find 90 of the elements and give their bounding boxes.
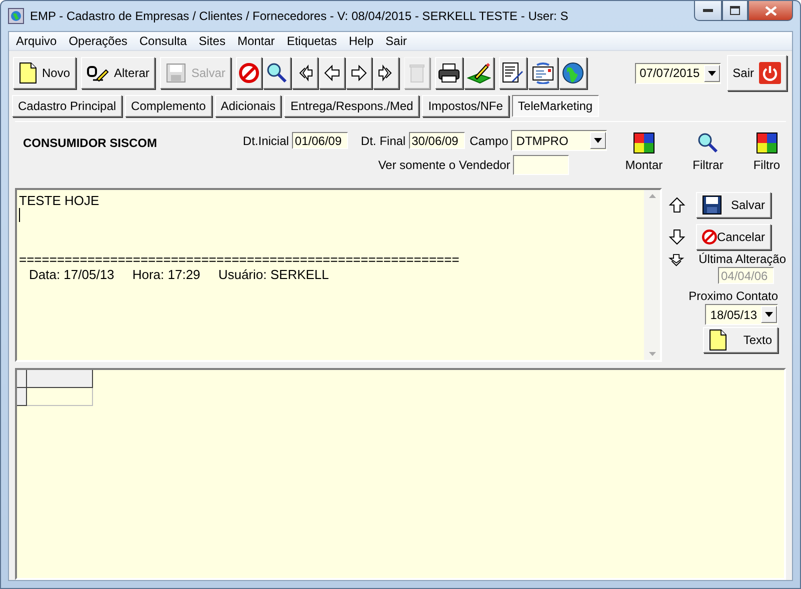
end-date-label: Dt. Final: [360, 134, 406, 148]
scroll-up-icon: [648, 194, 656, 198]
toolbar-icon-button[interactable]: [559, 57, 588, 89]
grid-header-cell: [27, 370, 93, 388]
maximize-icon: [730, 6, 740, 15]
minimize-button[interactable]: [694, 1, 722, 21]
scroll-down-icon: [648, 352, 656, 356]
writing-document-icon: [502, 62, 524, 84]
trash-can-icon: [409, 63, 426, 83]
menu-item[interactable]: Consulta: [139, 34, 187, 48]
action-button[interactable]: Filtrar: [686, 130, 730, 188]
minimize-icon: [703, 8, 713, 12]
text-cursor: [19, 208, 20, 222]
window-title: EMP - Cadastro de Empresas / Clientes / Fornecedores - V: 08/04/2015 - SERKELL TESTE - User: S: [30, 9, 570, 23]
field-label: Campo: [470, 134, 508, 148]
menu-item[interactable]: Sites: [198, 34, 226, 48]
text-button[interactable]: Texto: [703, 327, 778, 353]
last-change-field: 04/04/06: [718, 267, 774, 284]
tab[interactable]: Adicionais: [214, 95, 282, 117]
dropdown-arrow-icon: [765, 312, 773, 317]
exit-button[interactable]: Sair: [726, 55, 787, 91]
toolbar-icon-button[interactable]: [319, 57, 346, 89]
tab[interactable]: Cadastro Principal: [12, 95, 122, 117]
toolbar-icon-button[interactable]: [292, 57, 318, 89]
app-icon: [8, 8, 24, 24]
field-dropdown[interactable]: DTMPRO: [511, 130, 608, 151]
puzzle-icon: [632, 132, 655, 154]
notes-line: TESTE HOJE: [19, 193, 100, 208]
up-arrow-icon: [668, 196, 686, 214]
menu-item[interactable]: Help: [348, 34, 374, 48]
tab[interactable]: Impostos/NFe: [422, 95, 509, 117]
grid-cell[interactable]: [27, 388, 93, 406]
no-entry-icon: [239, 63, 260, 83]
search-icon: [696, 132, 719, 154]
close-button[interactable]: [748, 1, 793, 21]
cancel-button[interactable]: Cancelar: [696, 224, 771, 250]
dropdown-arrow-icon: [708, 70, 716, 76]
toolbar-icon-button[interactable]: [346, 57, 372, 89]
no-entry-icon: [702, 228, 717, 246]
dropdown-arrow-icon: [594, 138, 602, 143]
start-date-label: Dt.Inicial: [242, 134, 289, 148]
action-button[interactable]: Filtro: [747, 130, 786, 188]
menu-item[interactable]: Sair: [386, 34, 407, 48]
separator-line: ==========================================================: [19, 252, 460, 267]
maximize-button[interactable]: [722, 1, 748, 21]
globe-icon: [562, 62, 584, 84]
pencil-on-pad-icon: [467, 62, 492, 84]
menu-item[interactable]: Montar: [237, 34, 275, 48]
puzzle-icon: [756, 132, 778, 154]
toolbar-icon-button[interactable]: [528, 57, 558, 89]
close-icon: [764, 6, 776, 16]
save-button[interactable]: Salvar: [696, 192, 771, 218]
toolbar-icon-button[interactable]: [464, 57, 494, 89]
toolbar-icon-button[interactable]: [499, 57, 528, 89]
tab[interactable]: TeleMarketing: [512, 95, 599, 117]
date-dropdown[interactable]: 07/07/2015: [634, 62, 721, 84]
scrollbar[interactable]: [644, 190, 660, 360]
menu-item[interactable]: Etiquetas: [286, 34, 337, 48]
pencil-edit-icon: [87, 63, 110, 83]
end-date-field[interactable]: 30/06/09: [408, 132, 465, 149]
toolbar-icon-button[interactable]: [263, 57, 292, 89]
grid-corner-cell: [17, 370, 27, 388]
envelope-icon: [531, 62, 556, 84]
left-arrow-icon: [323, 64, 342, 82]
notes-area[interactable]: TESTE HOJE ========================================================== Data: 17/05/13 Hora: 17:29 Usuário: SERKELL: [15, 188, 662, 362]
document-icon: [709, 329, 727, 351]
seller-field[interactable]: [513, 155, 570, 175]
printer-icon: [438, 63, 460, 83]
toolbar-icon-button[interactable]: [435, 57, 464, 89]
right-arrow-icon: [350, 64, 368, 82]
grid-row-header: [17, 388, 27, 406]
down-arrow-icon: [668, 228, 686, 246]
toolbar-button[interactable]: Novo: [13, 57, 76, 89]
next-contact-label: Proximo Contato: [688, 289, 778, 303]
last-change-label: Última Alteração: [698, 252, 786, 266]
action-button[interactable]: Montar: [619, 130, 669, 188]
seller-label: Ver somente o Vendedor: [378, 158, 510, 172]
next-contact-dropdown[interactable]: 18/05/13: [705, 304, 778, 325]
customer-name: CONSUMIDOR SISCOM: [23, 135, 158, 152]
toolbar-icon-button[interactable]: [373, 57, 400, 89]
search-icon: [266, 62, 288, 84]
tab[interactable]: Complemento: [125, 95, 212, 117]
toolbar-button[interactable]: Alterar: [81, 57, 156, 89]
notes-line: Data: 17/05/13 Hora: 17:29 Usuário: SERKELL: [28, 267, 330, 282]
start-date-field[interactable]: 01/06/09: [292, 132, 348, 149]
menu-item[interactable]: Operações: [68, 34, 128, 48]
tab[interactable]: Entrega/Respons./Med: [284, 95, 420, 117]
power-icon: [759, 62, 781, 84]
menu-item[interactable]: Arquivo: [16, 34, 57, 48]
document-icon: [19, 62, 37, 84]
